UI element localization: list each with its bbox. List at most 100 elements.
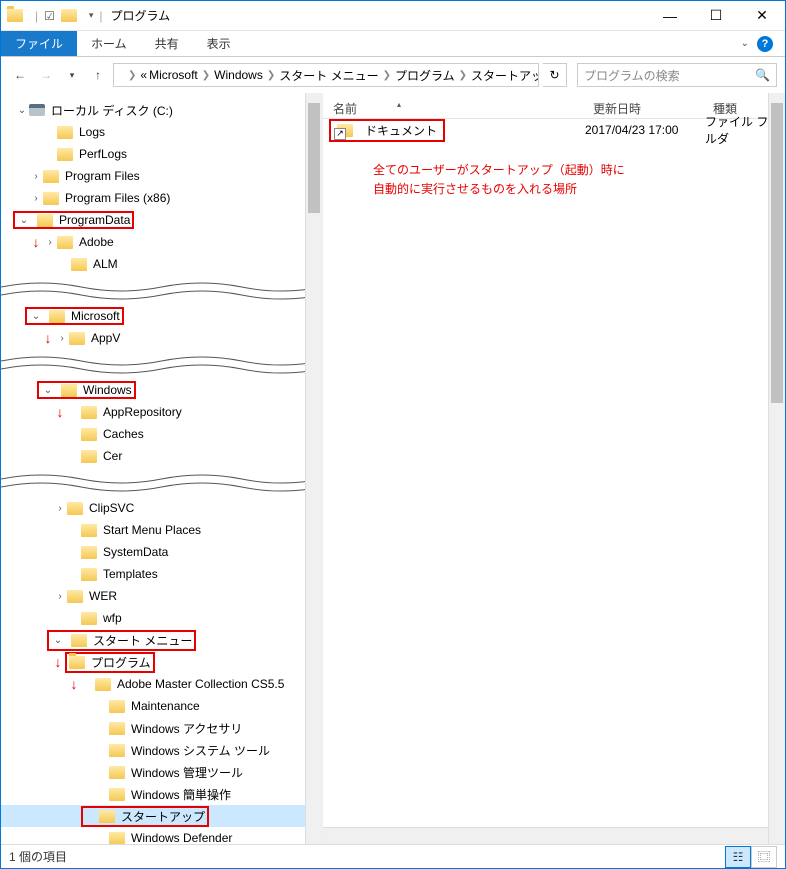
breadcrumb-programs[interactable]: プログラム [395, 67, 455, 84]
list-item[interactable]: ドキュメント 2017/04/23 17:00 ファイル フォルダ [323, 119, 785, 141]
maximize-button[interactable]: ☐ [693, 1, 739, 31]
tree-label: Windows システム ツール [131, 742, 270, 759]
tree-label: Program Files (x86) [65, 191, 170, 205]
folder-icon [81, 546, 97, 559]
folder-icon [81, 428, 97, 441]
chevron-icon[interactable]: ❯ [381, 70, 393, 81]
back-button[interactable]: ← [9, 64, 31, 86]
breadcrumb-prefix[interactable]: « [140, 68, 147, 82]
address-bar[interactable]: ❯ « Microsoft ❯ Windows ❯ スタート メニュー ❯ プロ… [113, 63, 539, 87]
tree-item[interactable]: Caches [1, 423, 322, 445]
tab-file[interactable]: ファイル [1, 31, 77, 56]
tree-item[interactable]: PerfLogs [1, 143, 322, 165]
tree-item[interactable]: ↓›AppV [1, 327, 322, 349]
tree-item[interactable]: Maintenance [1, 695, 322, 717]
chevron-icon[interactable]: ❯ [126, 70, 138, 81]
tab-home[interactable]: ホーム [77, 31, 141, 56]
tree-label: Maintenance [131, 699, 200, 713]
breadcrumb-startmenu[interactable]: スタート メニュー [279, 67, 378, 84]
tree-startmenu[interactable]: ⌄ スタート メニュー [1, 629, 322, 651]
tab-share[interactable]: 共有 [141, 31, 193, 56]
folder-icon [61, 384, 77, 397]
expand-icon[interactable]: › [53, 503, 67, 514]
tree-item[interactable]: ›Program Files [1, 165, 322, 187]
tree-item[interactable]: › Program Files (x86) [1, 187, 322, 209]
tree-item[interactable]: ↓›Adobe [1, 231, 322, 253]
expand-icon[interactable]: ⌄ [29, 311, 43, 322]
expand-icon[interactable]: › [43, 237, 57, 248]
tree-item[interactable]: Start Menu Places [1, 519, 322, 541]
chevron-icon[interactable]: ❯ [457, 70, 469, 81]
expand-icon[interactable]: › [53, 591, 67, 602]
tree-item[interactable]: Windows Defender [1, 827, 322, 844]
tree-item[interactable]: Logs [1, 121, 322, 143]
expand-icon[interactable]: › [29, 171, 43, 182]
tree-item[interactable]: Templates [1, 563, 322, 585]
tree-label: wfp [103, 611, 122, 625]
app-icon [7, 9, 23, 22]
tree-scrollbar[interactable] [305, 93, 322, 844]
tree-windows[interactable]: ⌄ Windows [1, 379, 322, 401]
column-date[interactable]: 更新日時 [583, 100, 703, 117]
tree-item[interactable]: SystemData [1, 541, 322, 563]
tree-item[interactable]: Windows 簡単操作 [1, 783, 322, 805]
refresh-button[interactable]: ↻ [543, 63, 567, 87]
sort-asc-icon: ▴ [357, 100, 401, 117]
breadcrumb-microsoft[interactable]: Microsoft [149, 68, 198, 82]
search-icon[interactable]: 🔍 [755, 68, 770, 82]
forward-button[interactable]: → [35, 64, 57, 86]
minimize-button[interactable]: — [647, 1, 693, 31]
qat-dropdown[interactable]: ▾ [89, 10, 94, 21]
status-bar: 1 個の項目 ☷ ⿴ [1, 844, 785, 868]
expand-icon[interactable]: ⌄ [17, 215, 31, 226]
help-icon[interactable]: ? [757, 36, 773, 52]
tab-view[interactable]: 表示 [193, 31, 245, 56]
list-hscrollbar[interactable] [323, 827, 768, 844]
folder-icon [109, 788, 125, 801]
ribbon-collapse-icon[interactable]: ⌄ [741, 38, 749, 49]
search-input[interactable]: プログラムの検索 🔍 [577, 63, 777, 87]
details-view-button[interactable]: ☷ [725, 846, 751, 868]
tree-label: AppRepository [103, 405, 182, 419]
qat-folder-icon[interactable] [61, 9, 77, 22]
recent-dropdown[interactable]: ▾ [61, 64, 83, 86]
tree-item[interactable]: Cer [1, 445, 322, 467]
folder-icon [81, 524, 97, 537]
tree-label: Templates [103, 567, 158, 581]
tree-item[interactable]: wfp [1, 607, 322, 629]
expand-icon[interactable]: ⌄ [41, 385, 55, 396]
close-button[interactable]: ✕ [739, 1, 785, 31]
tree-microsoft[interactable]: ⌄ Microsoft [1, 305, 322, 327]
tree-item[interactable]: ↓Adobe Master Collection CS5.5 [1, 673, 322, 695]
tree-programs[interactable]: ↓ プログラム [1, 651, 322, 673]
search-placeholder: プログラムの検索 [584, 67, 680, 84]
qat-check-icon[interactable]: ☑ [44, 9, 55, 23]
expand-icon[interactable]: › [55, 333, 69, 344]
tree-programdata[interactable]: ⌄ ProgramData [1, 209, 322, 231]
breadcrumb-startup[interactable]: スタートアップ [471, 67, 539, 84]
window-title: プログラム [103, 7, 171, 24]
tree-label: Microsoft [71, 309, 120, 323]
tree-item[interactable]: ↓AppRepository [1, 401, 322, 423]
tree-item[interactable]: Windows 管理ツール [1, 761, 322, 783]
tree-item[interactable]: ›ClipSVC [1, 497, 322, 519]
chevron-icon[interactable]: ❯ [265, 70, 277, 81]
expand-icon[interactable]: › [29, 193, 43, 204]
folder-icon [109, 832, 125, 845]
tree-root[interactable]: ⌄ ローカル ディスク (C:) [1, 99, 322, 121]
column-name[interactable]: 名前▴ [323, 100, 583, 117]
expand-icon[interactable]: ⌄ [15, 105, 29, 116]
list-pane: 名前▴ 更新日時 種類 ドキュメント 2017/04/23 17:00 ファイル… [323, 93, 785, 844]
up-button[interactable]: ↑ [87, 64, 109, 86]
chevron-icon[interactable]: ❯ [200, 70, 212, 81]
icons-view-button[interactable]: ⿴ [751, 846, 777, 868]
breadcrumb-windows[interactable]: Windows [214, 68, 263, 82]
expand-icon[interactable]: ⌄ [51, 635, 65, 646]
tree-item[interactable]: ›WER [1, 585, 322, 607]
tree-item[interactable]: Windows アクセサリ [1, 717, 322, 739]
tree-startup[interactable]: スタートアップ [1, 805, 322, 827]
list-vscrollbar[interactable] [768, 93, 785, 844]
tree-item[interactable]: Windows システム ツール [1, 739, 322, 761]
folder-icon [71, 634, 87, 647]
tree-item[interactable]: ALM [1, 253, 322, 275]
